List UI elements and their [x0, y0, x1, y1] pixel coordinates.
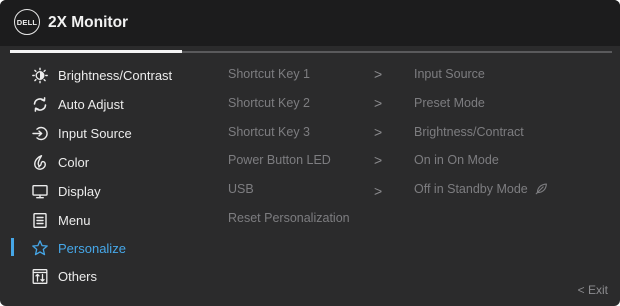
exit-button[interactable]: < Exit	[578, 283, 608, 297]
setting-value: Preset Mode	[414, 96, 485, 110]
setting-label: Power Button LED	[228, 153, 331, 167]
setting-row-reset-personalization[interactable]: Reset Personalization	[0, 208, 620, 230]
chevron-right-icon: >	[374, 95, 383, 111]
osd-header: DELL 2X Monitor	[0, 0, 620, 46]
header-divider-active	[10, 50, 182, 53]
setting-row-shortcut-key-1[interactable]: Shortcut Key 1 > Input Source	[0, 64, 620, 86]
page-title: 2X Monitor	[48, 14, 129, 31]
chevron-right-icon: >	[374, 183, 383, 199]
menu-item-label: Others	[58, 268, 98, 284]
others-icon	[32, 268, 48, 284]
menu-item-label: Personalize	[58, 240, 126, 256]
monitor-osd-panel: DELL 2X Monitor Brightness/Contrast Auto…	[0, 0, 620, 306]
setting-row-shortcut-key-3[interactable]: Shortcut Key 3 > Brightness/Contract	[0, 122, 620, 144]
dell-logo-text: DELL	[16, 17, 38, 27]
setting-label: Shortcut Key 1	[228, 67, 310, 81]
power-save-icon	[535, 182, 548, 195]
setting-value-text: Off in Standby Mode	[414, 182, 528, 196]
dell-logo: DELL	[14, 9, 40, 35]
menu-item-personalize[interactable]: Personalize	[0, 236, 200, 260]
setting-value: Brightness/Contract	[414, 125, 524, 139]
chevron-right-icon: >	[374, 124, 383, 140]
header-divider	[182, 50, 612, 53]
setting-label: Reset Personalization	[228, 211, 350, 225]
menu-item-others[interactable]: Others	[0, 264, 200, 288]
setting-value: On in On Mode	[414, 153, 499, 167]
star-icon	[32, 240, 48, 256]
setting-value: Off in Standby Mode	[414, 182, 548, 196]
setting-row-usb[interactable]: USB > Off in Standby Mode	[0, 179, 620, 201]
setting-label: Shortcut Key 3	[228, 125, 310, 139]
setting-label: Shortcut Key 2	[228, 96, 310, 110]
chevron-right-icon: >	[374, 66, 383, 82]
chevron-right-icon: >	[374, 152, 383, 168]
setting-row-power-button-led[interactable]: Power Button LED > On in On Mode	[0, 150, 620, 172]
setting-value: Input Source	[414, 67, 485, 81]
setting-label: USB	[228, 182, 254, 196]
setting-row-shortcut-key-2[interactable]: Shortcut Key 2 > Preset Mode	[0, 93, 620, 115]
